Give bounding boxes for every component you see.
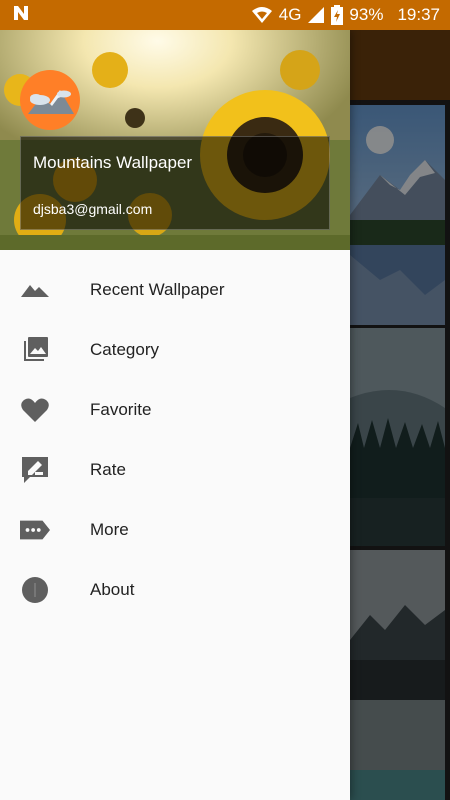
app-title: Mountains Wallpaper [33, 153, 193, 172]
menu-item-label: Category [90, 340, 159, 359]
clock: 19:37 [397, 5, 440, 24]
screen: 4G 93% 19:37 Mountains Wallpaper djsba3@… [0, 0, 450, 800]
info-icon [20, 575, 50, 605]
heart-icon [20, 395, 50, 425]
user-email: djsba3@gmail.com [33, 201, 153, 217]
menu-item-about[interactable]: About [0, 560, 350, 620]
mountain-icon [20, 275, 50, 305]
signal-icon [307, 6, 325, 24]
rate-icon [20, 455, 50, 485]
menu-item-label: Recent Wallpaper [90, 280, 225, 299]
status-bar: 4G 93% 19:37 [0, 0, 450, 30]
more-label-icon [20, 515, 50, 545]
menu-item-category[interactable]: Category [0, 320, 350, 380]
header-info-box: Mountains Wallpaper djsba3@gmail.com [20, 136, 330, 230]
menu-item-more[interactable]: More [0, 500, 350, 560]
menu-item-label: About [90, 580, 135, 599]
battery-icon [331, 5, 344, 25]
image-library-icon [20, 335, 50, 365]
menu-item-label: More [90, 520, 129, 539]
app-logo-avatar [20, 70, 80, 130]
menu-item-rate[interactable]: Rate [0, 440, 350, 500]
drawer-header: Mountains Wallpaper djsba3@gmail.com [0, 30, 350, 250]
wifi-icon [251, 6, 273, 24]
menu-item-favorite[interactable]: Favorite [0, 380, 350, 440]
drawer-menu: Recent Wallpaper Category Favorite Rate … [0, 260, 350, 620]
menu-item-recent-wallpaper[interactable]: Recent Wallpaper [0, 260, 350, 320]
menu-item-label: Favorite [90, 400, 152, 419]
navigation-drawer: Mountains Wallpaper djsba3@gmail.com Rec… [0, 30, 350, 800]
menu-item-label: Rate [90, 460, 126, 479]
battery-percent: 93% [349, 5, 384, 24]
network-label: 4G [278, 5, 302, 24]
notification-n-icon [12, 4, 30, 27]
